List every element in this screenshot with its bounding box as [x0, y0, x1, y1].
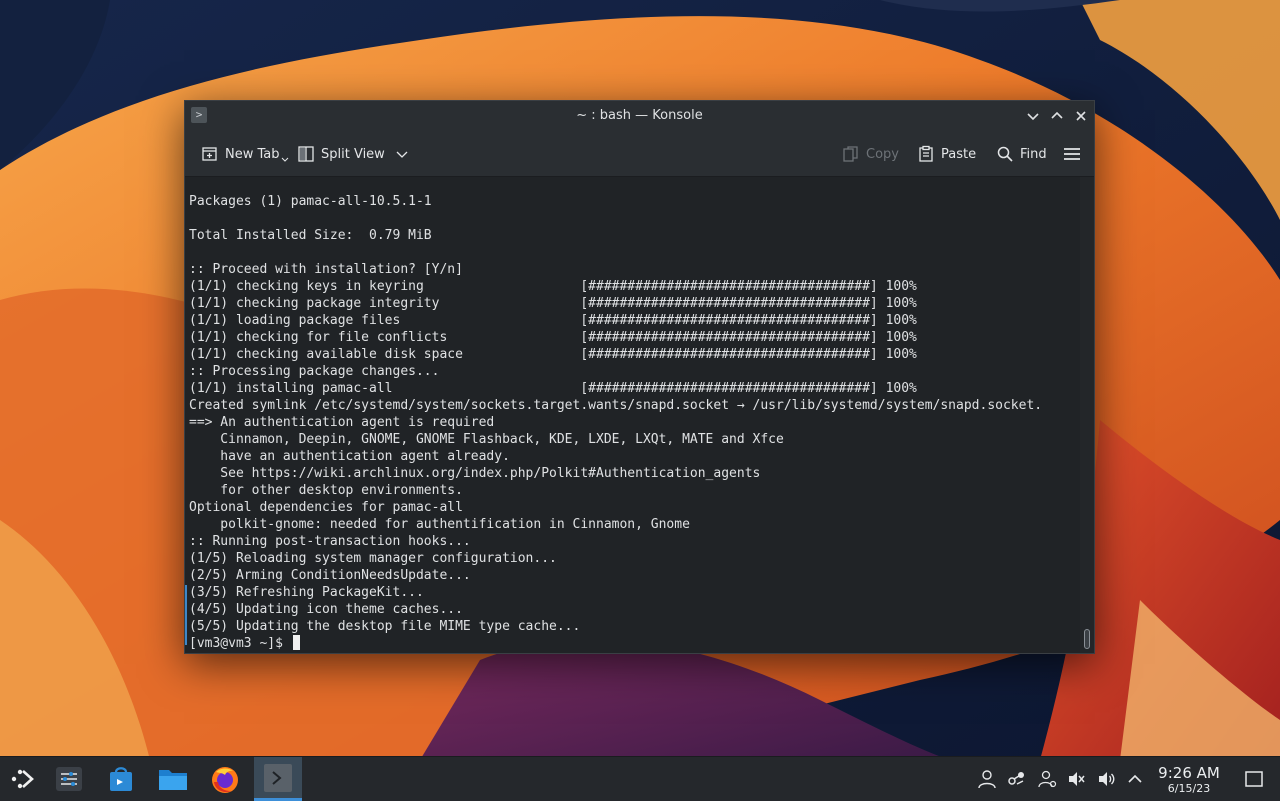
terminal-line: (2/5) Arming ConditionNeedsUpdate... — [189, 568, 471, 583]
paste-icon — [919, 145, 933, 162]
terminal-line: Total Installed Size: 0.79 MiB — [189, 228, 432, 243]
copy-label: Copy — [866, 146, 899, 162]
terminal-output: Packages (1) pamac-all-10.5.1-1 Total Ins… — [189, 193, 1042, 652]
konsole-taskbar-button[interactable] — [254, 757, 302, 801]
folder-icon — [159, 770, 187, 790]
system-settings-button[interactable] — [46, 757, 92, 801]
terminal-line: (1/1) loading package files [###########… — [189, 313, 917, 328]
terminal-line: have an authentication agent already. — [189, 449, 510, 464]
paste-label: Paste — [941, 146, 977, 162]
terminal-line: :: Proceed with installation? [Y/n] — [189, 262, 463, 277]
show-desktop-icon[interactable] — [1244, 769, 1264, 789]
new-tab-menu-arrow-icon — [281, 157, 288, 162]
terminal-view[interactable]: Packages (1) pamac-all-10.5.1-1 Total Ins… — [185, 177, 1080, 653]
terminal-line: ==> An authentication agent is required — [189, 415, 495, 430]
clock-date[interactable]: 6/15/23 — [1150, 782, 1228, 795]
terminal-line: See https://wiki.archlinux.org/index.php… — [189, 466, 761, 481]
terminal-line: (5/5) Updating the desktop file MIME typ… — [189, 619, 581, 634]
hamburger-menu-button[interactable] — [1063, 141, 1081, 167]
volume-muted-icon[interactable] — [1066, 769, 1086, 789]
find-button[interactable]: Find — [996, 141, 1047, 167]
paste-button[interactable]: Paste — [917, 141, 976, 167]
maximize-icon[interactable] — [1048, 107, 1066, 125]
terminal-prompt-line[interactable]: [vm3@vm3 ~]$ — [189, 635, 1042, 652]
split-view-button[interactable]: Split View — [297, 141, 409, 167]
new-tab-button[interactable]: New Tab — [201, 141, 289, 167]
konsole-window: > ~ : bash — Konsole New Tab Split View … — [184, 100, 1095, 654]
account-status-icon[interactable] — [1037, 769, 1057, 789]
split-view-label: Split View — [321, 146, 385, 162]
terminal-line: (3/5) Refreshing PackageKit... — [189, 585, 424, 600]
terminal-line: Optional dependencies for pamac-all — [189, 500, 463, 515]
terminal-line: :: Running post-transaction hooks... — [189, 534, 471, 549]
terminal-line: (1/1) checking keys in keyring [########… — [189, 279, 917, 294]
chevron-down-icon — [396, 151, 408, 158]
terminal-line: (1/1) checking available disk space [###… — [189, 347, 917, 362]
terminal-line: (1/5) Reloading system manager configura… — [189, 551, 557, 566]
terminal-line: polkit-gnome: needed for authentificatio… — [189, 517, 690, 532]
dolphin-files-button[interactable] — [150, 757, 196, 801]
terminal-line: (4/5) Updating icon theme caches... — [189, 602, 463, 617]
terminal-line: (1/1) checking package integrity [######… — [189, 296, 917, 311]
find-label: Find — [1020, 146, 1047, 162]
window-title: ~ : bash — Konsole — [576, 108, 703, 123]
firefox-button[interactable] — [202, 757, 248, 801]
search-icon — [997, 146, 1013, 162]
toolbar: New Tab Split View Copy Paste Find — [185, 131, 1094, 177]
system-settings-icon — [56, 767, 82, 791]
firefox-icon — [212, 767, 238, 793]
text-cursor — [292, 635, 300, 650]
application-launcher-button[interactable] — [0, 757, 46, 801]
hamburger-menu-icon — [1064, 148, 1080, 160]
scrollback-marker — [185, 585, 187, 645]
terminal-line: for other desktop environments. — [189, 483, 463, 498]
new-tab-label: New Tab — [225, 146, 280, 162]
application-launcher-icon — [11, 769, 34, 789]
new-tab-icon — [202, 147, 217, 161]
terminal-line: Packages (1) pamac-all-10.5.1-1 — [189, 194, 432, 209]
copy-button[interactable]: Copy — [842, 141, 899, 167]
terminal-line: :: Processing package changes... — [189, 364, 440, 379]
title-bar[interactable]: > ~ : bash — Konsole — [185, 101, 1094, 131]
terminal-scrollbar[interactable] — [1080, 177, 1094, 653]
volume-icon[interactable] — [1096, 769, 1116, 789]
tray-expand-icon[interactable] — [1125, 769, 1145, 789]
user-icon[interactable] — [977, 769, 997, 789]
split-view-icon — [298, 146, 314, 162]
konsole-icon — [264, 763, 292, 792]
discover-button[interactable] — [98, 757, 144, 801]
discover-store-icon — [110, 767, 132, 791]
terminal-line: Created symlink /etc/systemd/system/sock… — [189, 398, 1043, 413]
terminal-line: Cinnamon, Deepin, GNOME, GNOME Flashback… — [189, 432, 784, 447]
terminal-line: (1/1) installing pamac-all [############… — [189, 381, 917, 396]
taskbar: 9:26 AM 6/15/23 — [0, 756, 1280, 801]
close-icon[interactable] — [1072, 107, 1090, 125]
shell-prompt: [vm3@vm3 ~]$ — [189, 636, 291, 651]
terminal-line: (1/1) checking for file conflicts [#####… — [189, 330, 917, 345]
minimize-icon[interactable] — [1024, 107, 1042, 125]
kde-connect-icon[interactable] — [1006, 769, 1026, 789]
clock-time[interactable]: 9:26 AM — [1150, 764, 1228, 782]
scrollbar-thumb[interactable] — [1084, 629, 1090, 649]
copy-icon — [843, 146, 858, 162]
